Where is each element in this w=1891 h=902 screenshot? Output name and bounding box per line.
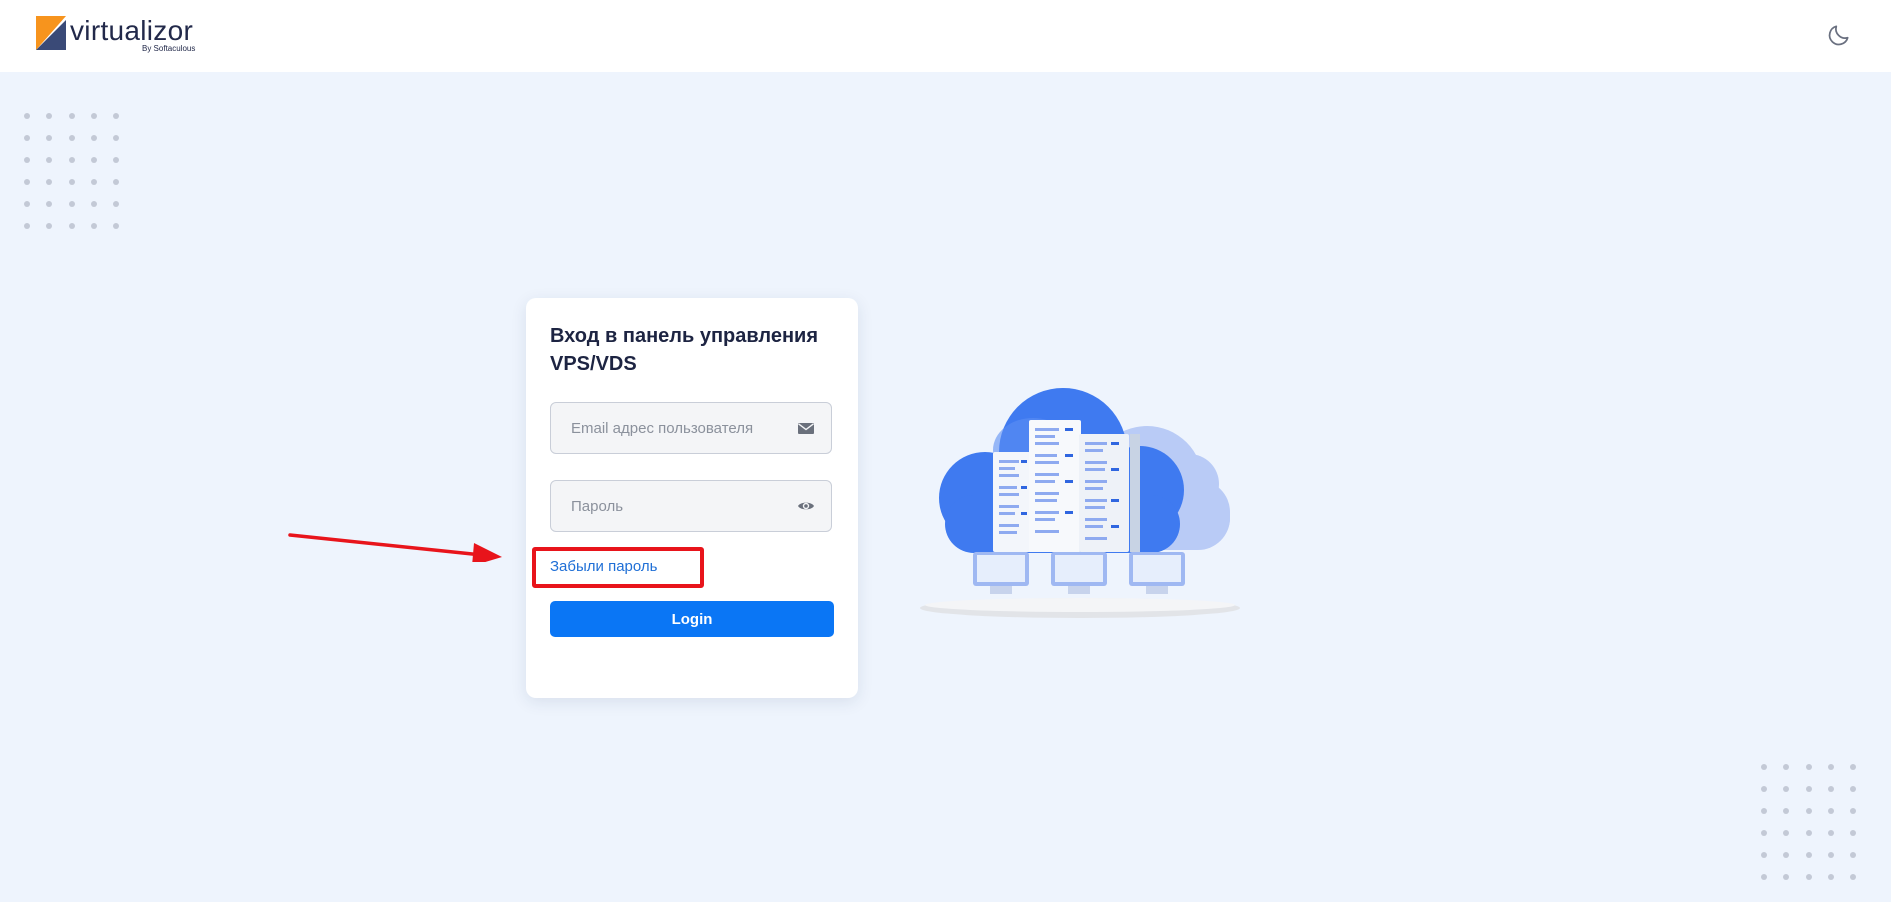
login-card: Вход в панель управления VPS/VDS Забыли … bbox=[526, 298, 858, 698]
top-bar: virtualizor By Softaculous bbox=[0, 0, 1891, 72]
annotation-arrow-icon bbox=[288, 533, 502, 562]
password-field[interactable] bbox=[550, 480, 832, 532]
annotation-highlight-box bbox=[532, 547, 704, 588]
dot-grid-decoration bbox=[24, 113, 119, 229]
logo-subtitle: By Softaculous bbox=[142, 44, 196, 53]
password-input[interactable] bbox=[551, 481, 787, 531]
cloud-servers-illustration bbox=[920, 388, 1240, 618]
virtualizor-logo-mark-icon bbox=[36, 16, 66, 50]
login-title: Вход в панель управления VPS/VDS bbox=[550, 325, 819, 375]
email-field[interactable] bbox=[550, 402, 832, 454]
email-input[interactable] bbox=[551, 403, 787, 453]
virtualizor-logo[interactable]: virtualizor By Softaculous bbox=[36, 15, 206, 56]
dot-grid-decoration bbox=[1761, 764, 1856, 880]
eye-icon[interactable] bbox=[797, 497, 815, 515]
envelope-icon bbox=[798, 423, 814, 434]
logo-text: virtualizor bbox=[70, 15, 194, 46]
login-button[interactable]: Login bbox=[550, 601, 834, 637]
moon-icon[interactable] bbox=[1826, 22, 1852, 48]
